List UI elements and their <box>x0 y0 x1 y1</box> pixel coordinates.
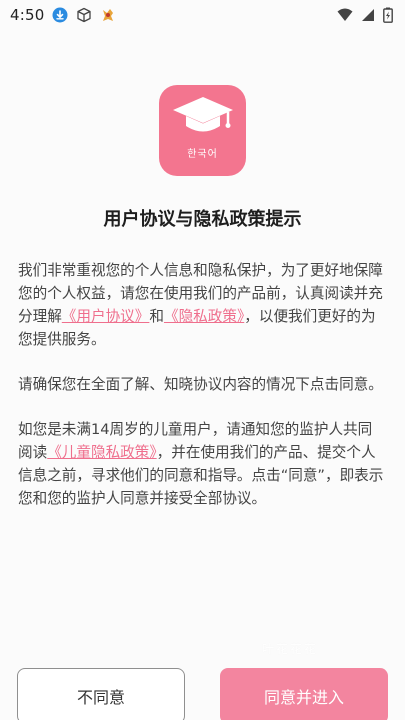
agreement-content: 我们非常重视您的个人信息和隐私保护，为了更好地保障您的个人权益，请您在使用我们的… <box>18 259 384 532</box>
cube-icon <box>76 7 92 23</box>
game-app-icon <box>100 7 116 23</box>
privacy-policy-link[interactable]: 《隐私政策》 <box>164 308 244 325</box>
signal-icon <box>361 8 375 22</box>
status-time: 4:50 <box>10 6 45 24</box>
paragraph-intro: 我们非常重视您的个人信息和隐私保护，为了更好地保障您的个人权益，请您在使用我们的… <box>18 259 384 351</box>
disagree-button[interactable]: 不同意 <box>17 668 185 720</box>
wifi-icon <box>337 8 353 22</box>
status-left: 4:50 <box>10 6 116 24</box>
download-icon <box>52 7 68 23</box>
paragraph-children: 如您是未满14周岁的儿童用户，请通知您的监护人共同阅读《儿童隐私政策》，并在使用… <box>18 418 384 510</box>
status-bar: 4:50 <box>0 0 405 30</box>
app-logo: 한국어 <box>159 85 246 176</box>
paragraph-confirm: 请确保您在全面了解、知晓协议内容的情况下点击同意。 <box>18 376 383 393</box>
child-privacy-policy-link[interactable]: 《儿童隐私政策》 <box>47 444 156 461</box>
watermark: 叶花花花 <box>262 642 319 656</box>
logo-text: 한국어 <box>187 149 218 160</box>
graduation-cap-icon <box>171 95 235 141</box>
status-right <box>337 7 393 23</box>
dialog-title: 用户协议与隐私政策提示 <box>103 209 302 230</box>
user-agreement-link[interactable]: 《用户协议》 <box>62 308 150 325</box>
and-text: 和 <box>149 308 164 325</box>
battery-charging-icon <box>383 7 393 23</box>
agree-button[interactable]: 同意并进入 <box>220 668 388 720</box>
